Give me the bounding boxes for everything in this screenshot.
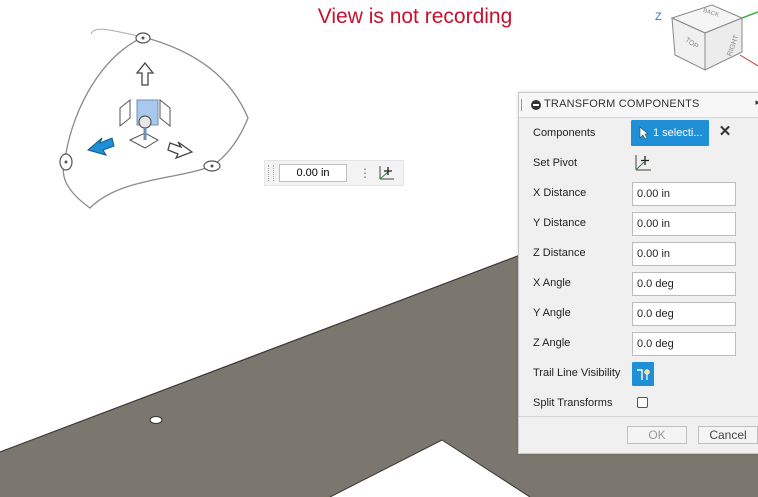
pivot-icon[interactable]	[377, 164, 397, 182]
transform-components-panel: TRANSFORM COMPONENTS ▸ Components 1 sele…	[518, 92, 758, 454]
ok-button[interactable]: OK	[627, 426, 687, 444]
x-angle-input[interactable]	[632, 272, 736, 296]
set-pivot-label: Set Pivot	[533, 157, 578, 169]
split-transforms-label: Split Transforms	[533, 397, 613, 409]
split-transforms-row: Split Transforms	[519, 389, 758, 419]
close-icon[interactable]: ✕	[718, 123, 732, 141]
floating-distance-field[interactable]	[279, 164, 347, 182]
x-angle-row: X Angle	[519, 269, 758, 299]
trail-line-icon	[637, 369, 650, 380]
move-manipulator[interactable]	[59, 28, 249, 209]
ring-handle-left-dot	[64, 160, 68, 164]
arrow-up-icon[interactable]	[135, 61, 155, 86]
more-options-icon[interactable]: ⋮	[359, 164, 371, 182]
trail-line-row: Trail Line Visibility	[519, 359, 758, 389]
components-select-button[interactable]: 1 selecti...	[631, 120, 709, 146]
z-angle-row: Z Angle	[519, 329, 758, 359]
arrow-right-icon[interactable]	[167, 141, 194, 160]
y-angle-input[interactable]	[632, 302, 736, 326]
axis-y-line	[741, 11, 758, 19]
axis-x-line	[739, 54, 758, 67]
trail-line-label: Trail Line Visibility	[533, 367, 621, 379]
x-angle-label: X Angle	[533, 277, 571, 289]
trail-line-toggle[interactable]	[632, 362, 654, 386]
axis-z-label: Z	[655, 11, 662, 23]
split-transforms-checkbox[interactable]	[637, 397, 648, 408]
panel-title: TRANSFORM COMPONENTS	[544, 98, 700, 110]
pivot-icon[interactable]	[633, 153, 653, 173]
floating-distance-input: ⋮	[264, 160, 404, 186]
ring-handle-right-dot	[210, 164, 214, 168]
y-angle-row: Y Angle	[519, 299, 758, 329]
z-angle-label: Z Angle	[533, 337, 571, 349]
components-selection-text: 1 selecti...	[653, 127, 703, 139]
y-distance-input[interactable]	[632, 212, 736, 236]
collapse-icon[interactable]	[531, 100, 541, 110]
z-distance-input[interactable]	[632, 242, 736, 266]
drag-grip[interactable]	[268, 165, 274, 181]
x-distance-input[interactable]	[632, 182, 736, 206]
z-distance-label: Z Distance	[533, 247, 586, 259]
cancel-button[interactable]: Cancel	[698, 426, 758, 444]
z-angle-input[interactable]	[632, 332, 736, 356]
panel-grip[interactable]	[521, 99, 525, 111]
rotation-ring-inner	[90, 28, 144, 38]
components-row: Components 1 selecti... ✕	[519, 119, 758, 149]
recording-status: View is not recording	[317, 5, 513, 28]
components-label: Components	[533, 127, 596, 139]
cursor-arrow-icon	[639, 126, 649, 140]
x-distance-row: X Distance	[519, 179, 758, 209]
set-pivot-row: Set Pivot	[519, 149, 758, 179]
panel-footer: OK Cancel	[519, 416, 758, 453]
arrow-left-icon[interactable]	[86, 137, 115, 156]
y-angle-label: Y Angle	[533, 307, 571, 319]
y-distance-row: Y Distance	[519, 209, 758, 239]
z-distance-row: Z Distance	[519, 239, 758, 269]
plane-handles[interactable]	[119, 98, 171, 149]
viewcube[interactable]: TOP RIGHT BACK Z	[655, 4, 758, 71]
body-hole	[149, 416, 163, 424]
y-distance-label: Y Distance	[533, 217, 586, 229]
x-distance-label: X Distance	[533, 187, 587, 199]
ring-handle-top-dot	[141, 36, 145, 40]
panel-header[interactable]: TRANSFORM COMPONENTS ▸	[519, 93, 758, 118]
